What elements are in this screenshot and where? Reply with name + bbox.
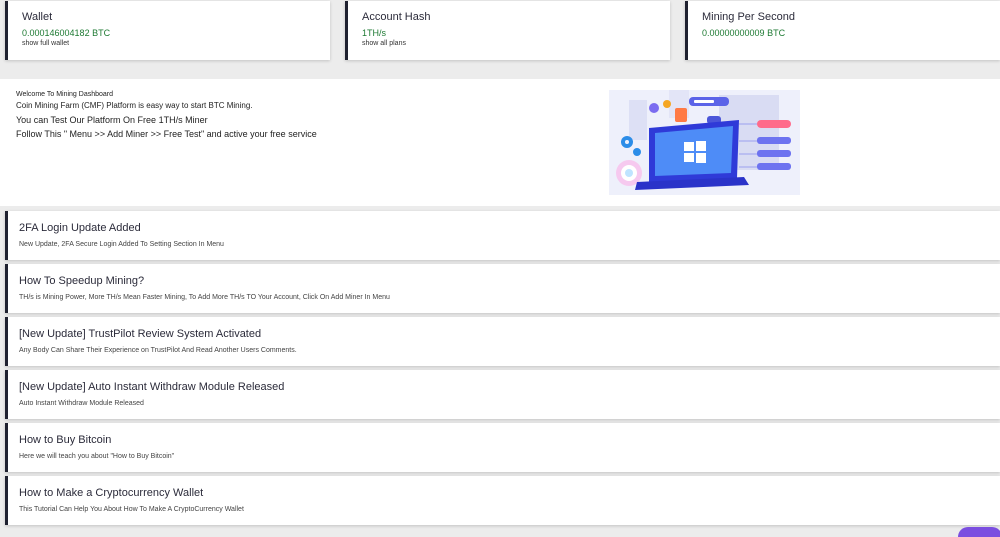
account-hash-title: Account Hash [362, 11, 431, 23]
news-description: New Update, 2FA Secure Login Added To Se… [19, 241, 224, 248]
news-title: 2FA Login Update Added [19, 222, 141, 234]
mining-per-second-value: 0.00000000009 BTC [702, 28, 786, 38]
news-item[interactable]: 2FA Login Update Added New Update, 2FA S… [5, 211, 1000, 260]
chat-widget-button[interactable] [958, 527, 1000, 537]
news-item[interactable]: How to Buy Bitcoin Here we will teach yo… [5, 423, 1000, 472]
welcome-line-1: Coin Mining Farm (CMF) Platform is easy … [16, 101, 253, 110]
wallet-value: 0.000146004182 BTC [22, 28, 111, 38]
news-description: TH/s is Mining Power, More TH/s Mean Fas… [19, 294, 390, 301]
windows-laptop-illustration-icon [609, 90, 800, 195]
show-all-plans-link[interactable]: show all plans [362, 40, 670, 47]
show-full-wallet-link[interactable]: show full wallet [22, 40, 330, 47]
news-title: How to Buy Bitcoin [19, 434, 112, 446]
news-description: Auto Instant Withdraw Module Released [19, 400, 144, 407]
news-title: How To Speedup Mining? [19, 275, 145, 287]
news-title: [New Update] Auto Instant Withdraw Modul… [19, 381, 285, 393]
news-description: Here we will teach you about "How to Buy… [19, 453, 175, 460]
news-description: Any Body Can Share Their Experience on T… [19, 347, 297, 354]
welcome-heading: Welcome To Mining Dashboard [16, 91, 114, 98]
news-item[interactable]: [New Update] Auto Instant Withdraw Modul… [5, 370, 1000, 419]
wallet-card: Wallet 0.000146004182 BTC show full wall… [5, 1, 330, 60]
welcome-line-3: Follow This " Menu >> Add Miner >> Free … [16, 129, 317, 139]
account-hash-card: Account Hash 1TH/s show all plans [345, 1, 670, 60]
welcome-panel: Welcome To Mining Dashboard Coin Mining … [0, 79, 1000, 206]
mining-per-second-card: Mining Per Second 0.00000000009 BTC [685, 1, 1000, 60]
news-item[interactable]: How to Make a Cryptocurrency Wallet This… [5, 476, 1000, 525]
news-title: How to Make a Cryptocurrency Wallet [19, 487, 204, 499]
news-title: [New Update] TrustPilot Review System Ac… [19, 328, 262, 340]
account-hash-value: 1TH/s [362, 28, 387, 38]
wallet-title: Wallet [22, 11, 53, 23]
mining-per-second-title: Mining Per Second [702, 11, 795, 23]
news-item[interactable]: [New Update] TrustPilot Review System Ac… [5, 317, 1000, 366]
news-item[interactable]: How To Speedup Mining? TH/s is Mining Po… [5, 264, 1000, 313]
news-description: This Tutorial Can Help You About How To … [19, 506, 244, 513]
welcome-line-2: You can Test Our Platform On Free 1TH/s … [16, 115, 208, 125]
